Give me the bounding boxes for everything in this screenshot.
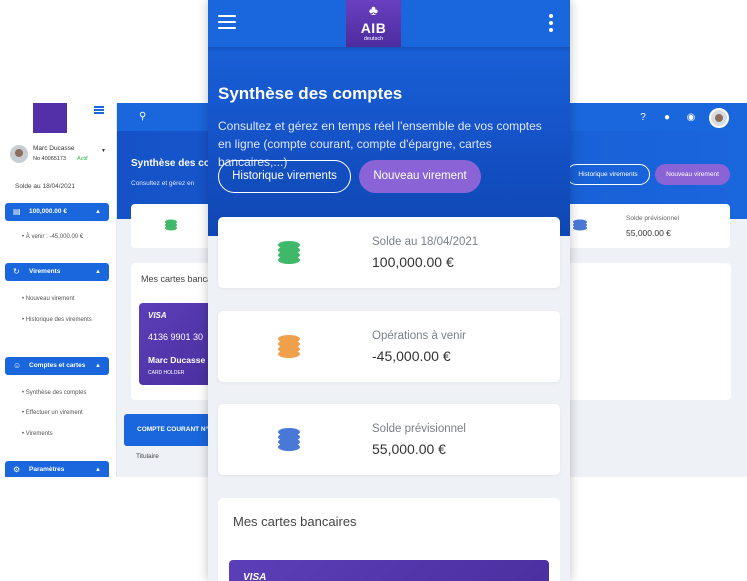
sidebar: Marc Ducasse No 40065173 Actif ▼ Solde a… xyxy=(0,103,117,477)
card-label: Opérations à venir xyxy=(372,330,466,342)
sidebar-item-nouveau-virement[interactable]: Nouveau virement xyxy=(22,295,75,304)
sidebar-item-effectuer[interactable]: Effectuer un virement xyxy=(22,409,83,418)
coins-green-icon xyxy=(165,219,177,231)
aib-logo[interactable]: ♣ AIB deutsch xyxy=(346,0,401,47)
bell-icon[interactable]: ● xyxy=(661,112,673,124)
desktop-page-title: Synthèse des co xyxy=(131,158,210,169)
card-value: 55,000.00 € xyxy=(626,228,671,238)
new-transfer-button[interactable]: Nouveau virement xyxy=(359,160,481,193)
user-name: Marc Ducasse xyxy=(33,145,75,152)
logo-name: AIB xyxy=(360,20,387,36)
sidebar-menu-icon[interactable] xyxy=(94,106,104,114)
avatar xyxy=(10,145,28,163)
sidebar-section-comptes[interactable]: ☺ Comptes et cartes ▲ xyxy=(5,357,109,375)
refresh-icon: ↻ xyxy=(13,267,20,276)
sidebar-user[interactable]: Marc Ducasse No 40065173 Actif ▼ xyxy=(10,145,110,169)
sidebar-logo[interactable] xyxy=(33,103,67,133)
sidebar-item-synthese[interactable]: Synthèse des comptes xyxy=(22,389,87,398)
help-icon[interactable]: ? xyxy=(637,112,649,124)
coins-blue-icon xyxy=(278,428,300,451)
visa-brand: VISA xyxy=(148,311,167,320)
user-number: No 40065173 xyxy=(33,156,67,162)
chevron-up-icon: ▲ xyxy=(95,269,101,275)
search-icon[interactable]: ⚲ xyxy=(139,111,146,122)
card-holder-name: Marc Ducasse xyxy=(148,355,206,365)
a-venir-text: À venir : -45,000.00 € xyxy=(22,233,83,242)
balance-card[interactable]: Solde au 18/04/2021 100,000.00 € xyxy=(218,217,560,288)
sidebar-section-parametres[interactable]: ⚙ Paramètres ▲ xyxy=(5,461,109,477)
globe-icon[interactable]: ◉ xyxy=(685,112,697,124)
chevron-up-icon: ▲ xyxy=(95,363,101,369)
card-label: Solde prévisionnel xyxy=(372,423,466,435)
more-options-icon[interactable] xyxy=(548,14,554,32)
sidebar-section-virements[interactable]: ↻ Virements ▲ xyxy=(5,263,109,281)
sidebar-section-label: Paramètres xyxy=(29,466,65,473)
balance-value: 100,000.00 € xyxy=(29,208,67,215)
sidebar-section-label: Virements xyxy=(29,268,61,275)
bank-icon: ▤ xyxy=(13,207,21,216)
card-holder-label: CARD HOLDER xyxy=(148,370,185,376)
chevron-up-icon: ▲ xyxy=(95,467,101,473)
desktop-visa-card[interactable]: VISA 4136 9901 30 Marc Ducasse CARD HOLD… xyxy=(139,303,219,385)
sidebar-section-label: Comptes et cartes xyxy=(29,362,86,369)
card-value: -45,000.00 € xyxy=(372,348,451,364)
titulaire-label: Titulaire xyxy=(136,453,159,460)
chevron-down-icon[interactable]: ▼ xyxy=(101,148,106,154)
desktop-cards-title: Mes cartes banca xyxy=(141,274,213,284)
coins-orange-icon xyxy=(278,335,300,358)
history-transfers-button[interactable]: Historique virements xyxy=(218,160,351,193)
chevron-up-icon: ▲ xyxy=(95,209,101,215)
card-label: Solde prévisionnel xyxy=(626,215,680,222)
card-value: 100,000.00 € xyxy=(372,254,454,270)
sidebar-item-virements[interactable]: Virements xyxy=(22,430,53,439)
screenshot-stage: ⚲ ? ● ◉ Marc Ducasse No 40065173 Actif ▼… xyxy=(0,0,747,581)
desktop-page-subtitle: Consultez et gérez en xyxy=(131,180,195,187)
card-value: 55,000.00 € xyxy=(372,441,446,457)
user-icon: ☺ xyxy=(13,361,22,370)
logo-sub: deutsch xyxy=(363,36,384,42)
account-header: COMPTE COURANT N° xyxy=(124,414,220,446)
status-badge: Actif xyxy=(77,156,88,162)
logo-mark-icon: ♣ xyxy=(368,2,379,18)
visa-brand: VISA xyxy=(243,572,267,581)
desktop-top-icons: ? ● ◉ xyxy=(637,108,729,128)
card-number: 4136 9901 30 xyxy=(148,332,204,342)
hamburger-menu-icon[interactable] xyxy=(218,15,236,29)
desktop-history-button[interactable]: Historique virements xyxy=(566,164,650,185)
bank-cards-title: Mes cartes bancaires xyxy=(233,514,357,529)
page-title: Synthèse des comptes xyxy=(218,84,403,103)
desktop-forecast-card: Solde prévisionnel 55,000.00 € xyxy=(566,204,730,248)
solde-label: Solde au 18/04/2021 xyxy=(15,183,75,190)
forecast-balance-card[interactable]: Solde prévisionnel 55,000.00 € xyxy=(218,404,560,475)
bank-cards-panel: Mes cartes bancaires VISA xyxy=(218,498,560,581)
avatar[interactable] xyxy=(709,108,729,128)
desktop-new-transfer-button[interactable]: Nouveau virement xyxy=(655,164,730,185)
coins-blue-icon xyxy=(573,219,587,231)
upcoming-operations-card[interactable]: Opérations à venir -45,000.00 € xyxy=(218,311,560,382)
mobile-view: ♣ AIB deutsch Synthèse des comptes Consu… xyxy=(208,0,570,581)
coins-green-icon xyxy=(278,241,300,264)
balance-block[interactable]: ▤ 100,000.00 € ▲ xyxy=(5,203,109,221)
visa-card[interactable]: VISA xyxy=(229,560,549,581)
gear-icon: ⚙ xyxy=(13,465,21,474)
card-label: Solde au 18/04/2021 xyxy=(372,236,479,248)
sidebar-item-historique[interactable]: Historique des virements xyxy=(22,316,102,325)
